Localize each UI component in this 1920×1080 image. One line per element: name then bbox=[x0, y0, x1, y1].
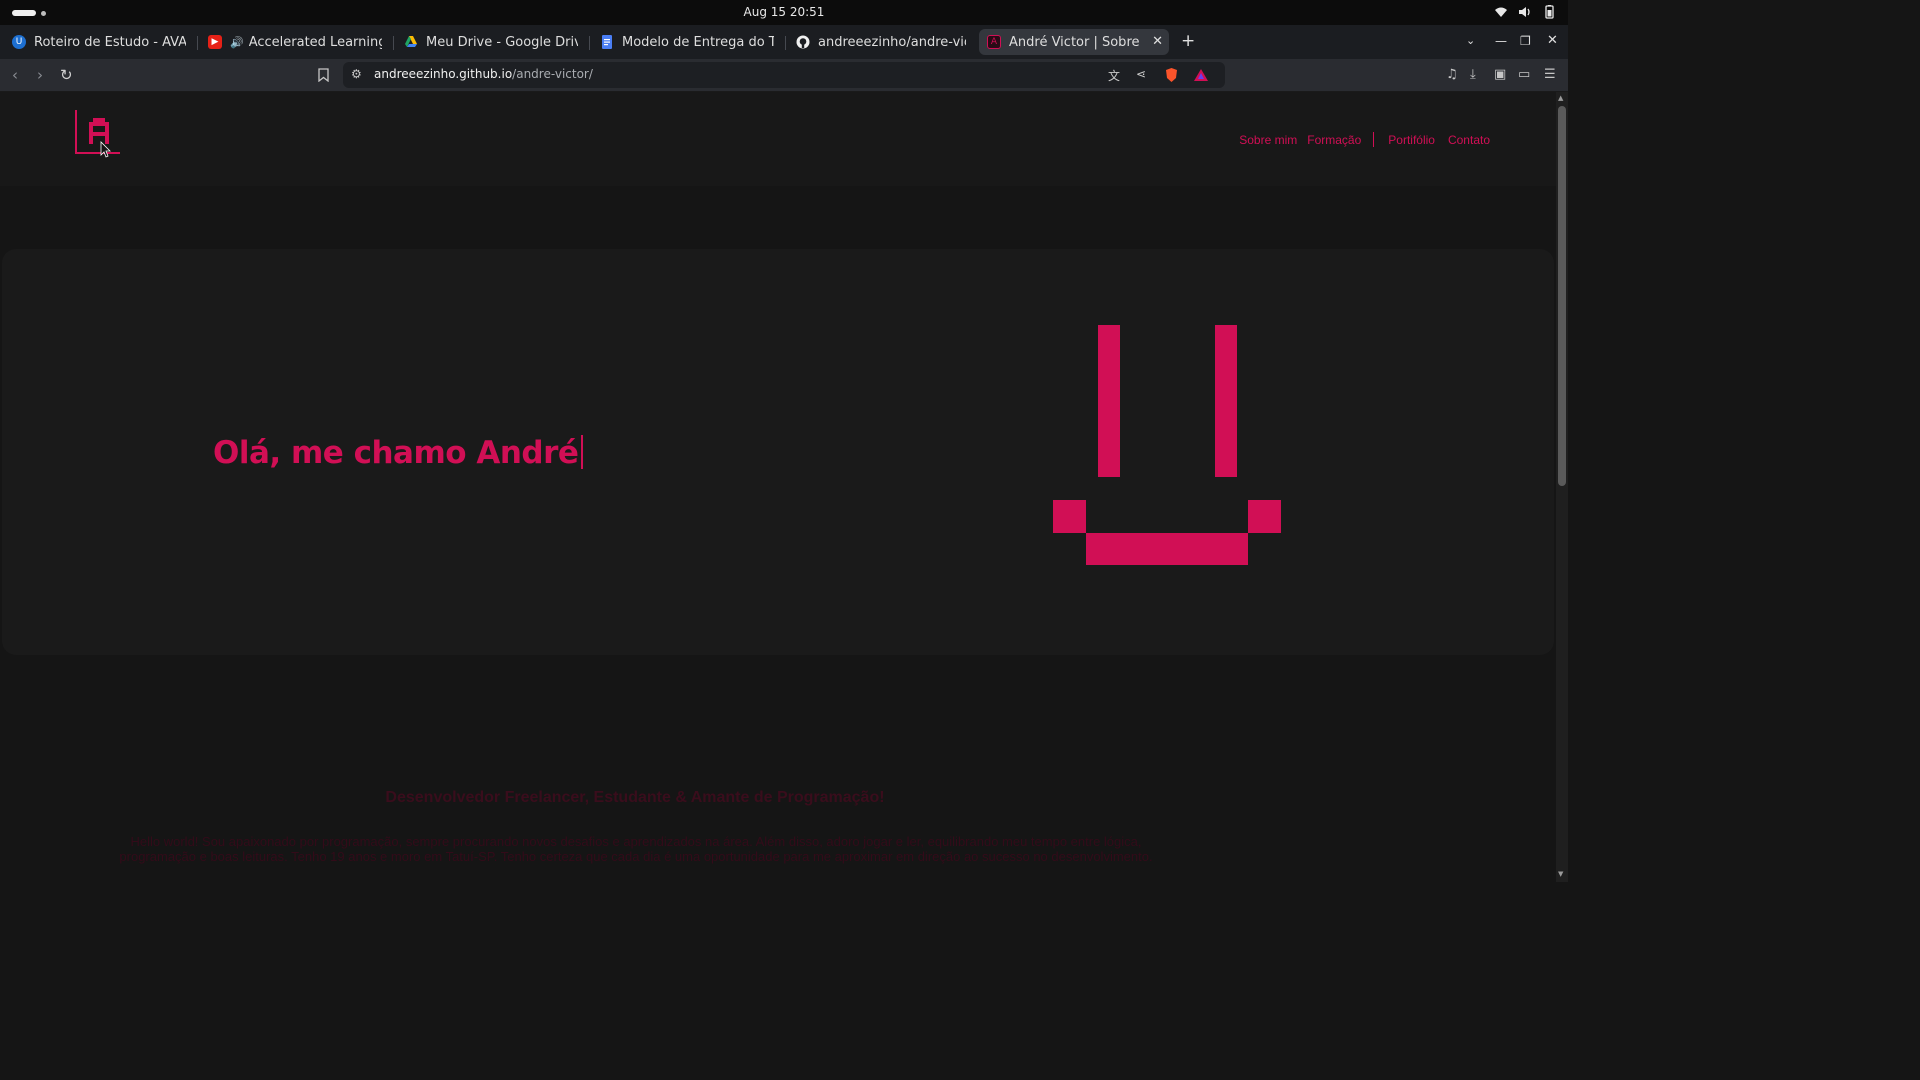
github-icon bbox=[796, 35, 810, 49]
smiley-right-eye bbox=[1215, 325, 1237, 477]
window-close-icon[interactable]: ✕ bbox=[1547, 33, 1558, 49]
tab-youtube[interactable]: ▶ 🔊 Accelerated Learning - Ga bbox=[200, 29, 390, 55]
smiley-mouth bbox=[1086, 533, 1248, 565]
tab-label: André Victor | Sobre mim bbox=[1009, 34, 1143, 50]
nav-link-contato[interactable]: Contato bbox=[1448, 133, 1490, 147]
audio-playing-icon[interactable]: 🔊 bbox=[230, 36, 244, 49]
reload-icon[interactable]: ↻ bbox=[60, 66, 73, 84]
site-settings-icon[interactable]: ⚙ bbox=[351, 67, 362, 81]
tab-google-docs[interactable]: Modelo de Entrega do Traba bbox=[592, 29, 782, 55]
youtube-icon: ▶ bbox=[208, 35, 222, 49]
back-icon[interactable]: ‹ bbox=[12, 66, 18, 84]
tab-list-chevron-down-icon[interactable]: ⌄ bbox=[1466, 33, 1475, 49]
tab-label: andreeezinho/andre-victor: bbox=[818, 34, 966, 50]
site-header: Sobre mim Formação Portifólio Contato bbox=[0, 92, 1556, 186]
wifi-icon[interactable] bbox=[1494, 5, 1508, 19]
media-icon[interactable]: ♫ bbox=[1446, 67, 1458, 82]
os-top-bar: Aug 15 20:51 bbox=[0, 0, 1568, 25]
wallet-icon[interactable]: ▭ bbox=[1518, 67, 1530, 82]
nav-link-sobre-mim[interactable]: Sobre mim bbox=[1239, 133, 1297, 147]
tab-ava[interactable]: U Roteiro de Estudo - AVA UNI bbox=[4, 29, 194, 55]
nav-link-portfolio[interactable]: Portifólio bbox=[1388, 133, 1435, 147]
brave-rewards-icon[interactable] bbox=[1194, 69, 1208, 81]
pixel-smiley-illustration bbox=[1053, 325, 1281, 565]
download-icon[interactable]: ⤓ bbox=[1470, 67, 1476, 82]
browser-tab-strip: U Roteiro de Estudo - AVA UNI ▶ 🔊 Accele… bbox=[0, 25, 1568, 59]
tab-label: Meu Drive - Google Drive bbox=[426, 34, 578, 50]
tab-google-drive[interactable]: Meu Drive - Google Drive bbox=[396, 29, 586, 55]
brave-shields-icon[interactable] bbox=[1165, 68, 1178, 82]
nav-divider bbox=[1373, 132, 1375, 147]
tab-separator bbox=[589, 36, 590, 50]
url-text[interactable]: andreeezinho.github.io/andre-victor/ bbox=[374, 67, 593, 81]
tab-label: Modelo de Entrega do Traba bbox=[622, 34, 774, 50]
minimize-icon[interactable]: — bbox=[1495, 33, 1507, 49]
tab-separator bbox=[197, 36, 198, 50]
sidebar-icon[interactable]: ▣ bbox=[1494, 67, 1506, 82]
close-tab-icon[interactable]: ✕ bbox=[1152, 34, 1163, 49]
smiley-mouth-right-corner bbox=[1248, 500, 1281, 533]
site-nav: Sobre mim Formação Portifólio Contato bbox=[1239, 132, 1490, 147]
site-icon: A bbox=[987, 35, 1001, 49]
battery-icon[interactable] bbox=[1542, 5, 1556, 19]
google-docs-icon bbox=[602, 35, 612, 49]
site-logo[interactable] bbox=[74, 109, 122, 159]
tab-separator bbox=[785, 36, 786, 50]
scroll-thumb[interactable] bbox=[1558, 106, 1566, 486]
google-drive-icon bbox=[405, 36, 417, 47]
scroll-down-icon[interactable]: ▼ bbox=[1558, 870, 1563, 878]
browser-toolbar: ‹ › ↻ ⚙ andreeezinho.github.io/andre-vic… bbox=[0, 59, 1568, 92]
volume-icon[interactable] bbox=[1518, 5, 1532, 19]
tab-label: Accelerated Learning - Ga bbox=[248, 34, 382, 50]
tab-label: Roteiro de Estudo - AVA UNI bbox=[34, 34, 186, 50]
address-bar[interactable]: ⚙ andreeezinho.github.io/andre-victor/ 文… bbox=[343, 62, 1225, 88]
forward-icon[interactable]: › bbox=[37, 66, 43, 84]
about-subtitle: Desenvolvedor Freelancer, Estudante & Am… bbox=[385, 789, 885, 806]
restore-icon[interactable]: ❐ bbox=[1520, 33, 1531, 49]
tab-andre-victor[interactable]: A André Victor | Sobre mim ✕ bbox=[979, 29, 1169, 55]
scroll-up-icon[interactable]: ▲ bbox=[1558, 94, 1563, 102]
nav-link-formacao[interactable]: Formação bbox=[1307, 133, 1361, 147]
smiley-mouth-left-corner bbox=[1053, 500, 1086, 533]
bookmark-icon[interactable] bbox=[318, 68, 329, 82]
menu-icon[interactable]: ☰ bbox=[1544, 67, 1556, 82]
ava-icon: U bbox=[12, 35, 26, 49]
mouse-cursor-icon bbox=[100, 141, 111, 158]
hero-title: Olá, me chamo André bbox=[213, 434, 584, 472]
system-tray[interactable] bbox=[1494, 5, 1556, 19]
web-page: Sobre mim Formação Portifólio Contato Ol… bbox=[0, 92, 1556, 882]
about-bio: Hello world! Sou apaixonado por programa… bbox=[119, 834, 1153, 864]
tab-separator bbox=[393, 36, 394, 50]
share-icon[interactable]: ⋖ bbox=[1136, 67, 1146, 81]
tab-github[interactable]: andreeezinho/andre-victor: bbox=[788, 29, 974, 55]
new-tab-button[interactable]: + bbox=[1181, 33, 1195, 50]
hero-section: Olá, me chamo André bbox=[2, 249, 1554, 655]
translate-icon[interactable]: 文 bbox=[1108, 67, 1120, 84]
os-clock[interactable]: Aug 15 20:51 bbox=[0, 5, 1568, 19]
typing-caret bbox=[581, 434, 584, 469]
page-scrollbar[interactable]: ▲ ▼ bbox=[1556, 92, 1568, 882]
smiley-left-eye bbox=[1098, 325, 1120, 477]
